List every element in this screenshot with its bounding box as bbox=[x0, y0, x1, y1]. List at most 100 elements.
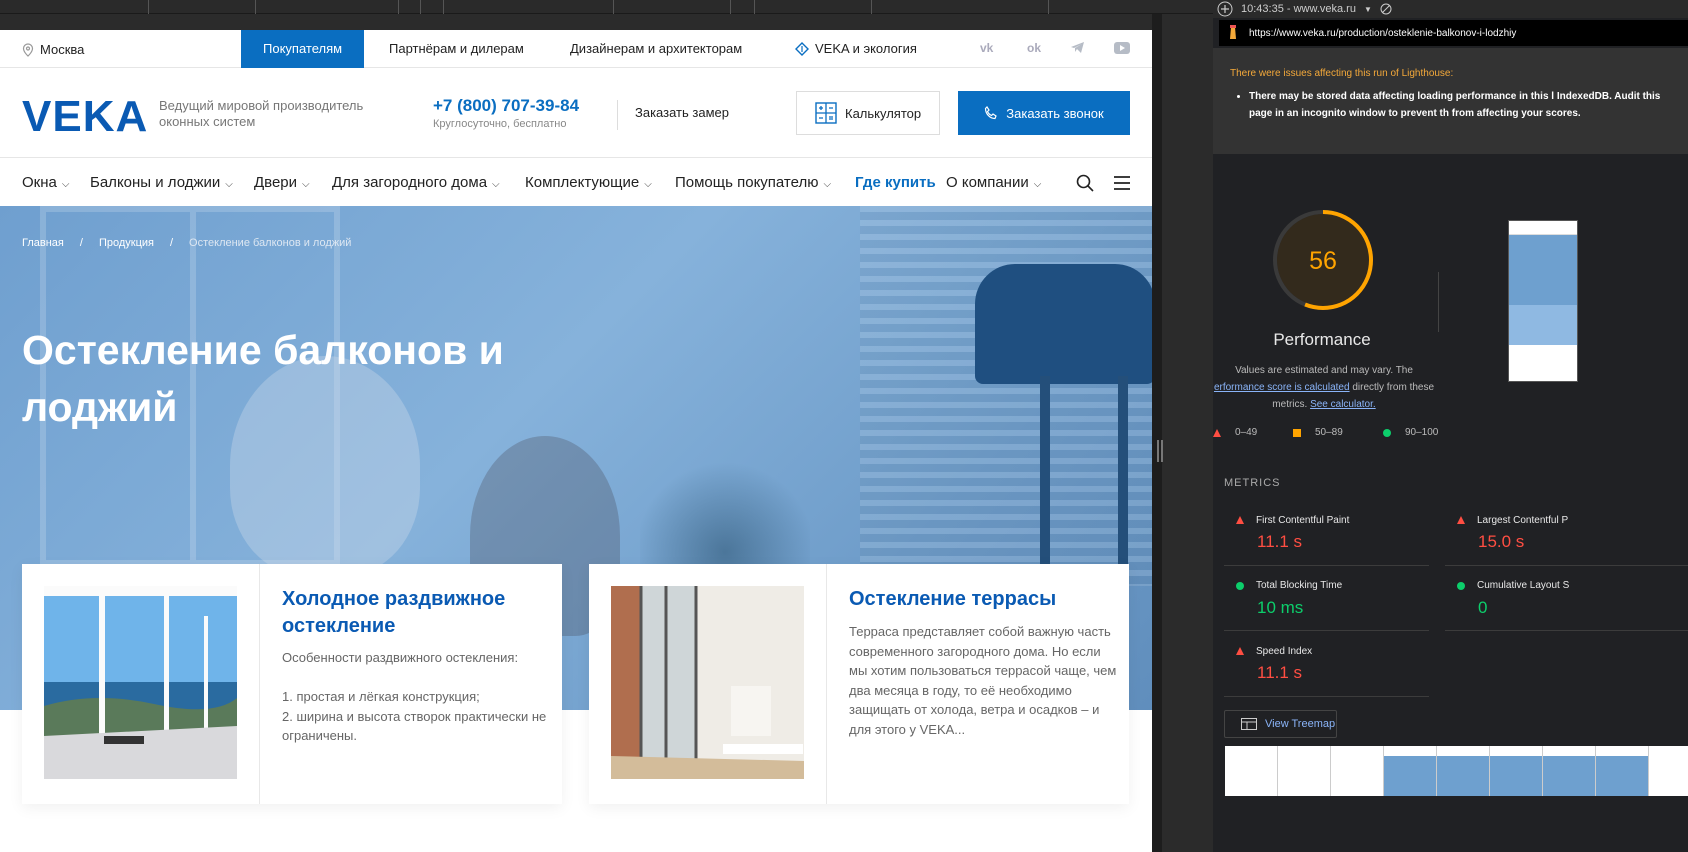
menu-label: Помощь покупателю bbox=[675, 174, 819, 191]
note-text: Values are estimated and may vary. The bbox=[1235, 365, 1413, 376]
breadcrumb-current: Остекление балконов и лоджий bbox=[189, 237, 352, 249]
menu-label: О компании bbox=[946, 174, 1029, 191]
phone-note: Круглосуточно, бесплатно bbox=[433, 118, 567, 130]
performance-gauge: 56 bbox=[1273, 210, 1373, 310]
view-treemap-button[interactable]: View Treemap bbox=[1224, 710, 1337, 738]
hamburger-menu-icon[interactable] bbox=[1114, 176, 1130, 190]
report-url[interactable]: https://www.veka.ru/production/ostekleni… bbox=[1249, 28, 1516, 39]
metrics-heading: METRICS bbox=[1224, 477, 1281, 489]
webpage: Москва Покупателям Партнёрам и дилерам Д… bbox=[0, 30, 1152, 852]
menu-label: Комплектующие bbox=[525, 174, 640, 191]
city-selector[interactable]: Москва bbox=[22, 42, 84, 57]
order-measure-link[interactable]: Заказать замер bbox=[635, 105, 729, 120]
terrace-interior-image bbox=[611, 586, 804, 779]
legend-label: 0–49 bbox=[1235, 427, 1258, 438]
vk-icon[interactable]: vk bbox=[980, 41, 993, 55]
filmstrip-frame bbox=[1437, 746, 1490, 796]
product-card-sliding[interactable]: Холодное раздвижное остекление Особеннос… bbox=[22, 564, 562, 804]
card-divider bbox=[826, 564, 827, 804]
filmstrip-frame bbox=[1331, 746, 1384, 796]
calculator-icon bbox=[815, 102, 837, 124]
menu-country-house[interactable]: Для загородного дома ⌵ bbox=[332, 174, 500, 191]
browser-top-strip bbox=[0, 0, 1213, 14]
menu-about[interactable]: О компании ⌵ bbox=[946, 174, 1041, 191]
performance-score: 56 bbox=[1309, 247, 1337, 275]
menu-doors[interactable]: Двери ⌵ bbox=[254, 174, 310, 191]
card-title[interactable]: Остекление террасы bbox=[849, 586, 1119, 613]
menu-label: Где купить bbox=[855, 174, 936, 191]
clear-icon[interactable] bbox=[1380, 3, 1392, 15]
metric-lcp: Largest Contentful P 15.0 s bbox=[1445, 506, 1688, 566]
filmstrip-frame bbox=[1543, 746, 1596, 796]
menu-help[interactable]: Помощь покупателю ⌵ bbox=[675, 174, 831, 191]
tab-ecology[interactable]: VEKA и экология bbox=[795, 30, 917, 68]
note-text: metrics. bbox=[1272, 399, 1308, 410]
metric-speed-index: Speed Index 11.1 s bbox=[1224, 631, 1429, 697]
youtube-icon[interactable] bbox=[1114, 42, 1130, 54]
tab-ecology-label: VEKA и экология bbox=[815, 41, 917, 56]
ok-icon[interactable]: ok bbox=[1027, 41, 1041, 55]
product-card-terrace[interactable]: Остекление террасы Терраса представляет … bbox=[589, 564, 1129, 804]
leaf-icon bbox=[795, 42, 809, 56]
chevron-down-icon: ⌵ bbox=[644, 179, 652, 190]
report-selector[interactable]: 10:43:35 - www.veka.ru ▼ bbox=[1213, 0, 1688, 18]
metric-name: Cumulative Layout S bbox=[1477, 580, 1570, 591]
chevron-down-icon: ⌵ bbox=[823, 179, 832, 190]
filmstrip-frame bbox=[1225, 746, 1278, 796]
legend-label: 50–89 bbox=[1315, 427, 1343, 438]
report-time: 10:43:35 - www.veka.ru bbox=[1241, 3, 1356, 15]
breadcrumb-products[interactable]: Продукция bbox=[99, 237, 154, 249]
search-icon[interactable] bbox=[1076, 174, 1094, 192]
score-calculated-link[interactable]: erformance score is calculated bbox=[1214, 382, 1350, 393]
chevron-down-icon: ⌵ bbox=[492, 179, 500, 190]
calculator-label: Калькулятор bbox=[845, 105, 922, 121]
breadcrumb-sep: / bbox=[79, 237, 83, 249]
menu-label: Для загородного дома bbox=[332, 174, 488, 191]
filmstrip-frame bbox=[1596, 746, 1649, 796]
green-circle-icon bbox=[1457, 582, 1465, 590]
metric-value: 11.1 s bbox=[1257, 532, 1303, 551]
red-triangle-icon bbox=[1457, 516, 1465, 524]
breadcrumb-home[interactable]: Главная bbox=[22, 237, 64, 249]
warning-title: There were issues affecting this run of … bbox=[1230, 68, 1454, 79]
final-screenshot-thumbnail[interactable] bbox=[1508, 220, 1578, 382]
menu-components[interactable]: Комплектующие ⌵ bbox=[525, 174, 652, 191]
menu-balconies[interactable]: Балконы и лоджии ⌵ bbox=[90, 174, 233, 191]
tab-buyers[interactable]: Покупателям bbox=[241, 30, 365, 68]
red-triangle-icon bbox=[1236, 647, 1244, 655]
menu-label: Двери bbox=[254, 174, 298, 191]
dropdown-arrow-icon[interactable]: ▼ bbox=[1364, 5, 1372, 14]
lighthouse-panel: 10:43:35 - www.veka.ru ▼ https://www.vek… bbox=[1213, 0, 1688, 852]
city-label: Москва bbox=[40, 42, 85, 57]
card-text: Особенности раздвижного остекления: 1. п… bbox=[282, 650, 547, 743]
report-url-bar: https://www.veka.ru/production/ostekleni… bbox=[1219, 20, 1688, 46]
pane-resize-handle[interactable] bbox=[1157, 440, 1163, 462]
metric-value: 15.0 s bbox=[1478, 532, 1525, 551]
tab-partners[interactable]: Партнёрам и дилерам bbox=[389, 30, 524, 68]
legend-fail: 0–49 bbox=[1213, 427, 1257, 438]
veka-logo[interactable]: VEKA bbox=[22, 92, 148, 142]
legend-average: 50–89 bbox=[1293, 427, 1343, 438]
location-pin-icon bbox=[22, 42, 34, 57]
phone-number[interactable]: +7 (800) 707-39-84 bbox=[433, 96, 579, 116]
menu-where-to-buy[interactable]: Где купить bbox=[855, 174, 936, 191]
utility-bar: Москва Покупателям Партнёрам и дилерам Д… bbox=[0, 30, 1152, 68]
see-calculator-link[interactable]: See calculator. bbox=[1310, 399, 1376, 410]
chevron-down-icon: ⌵ bbox=[1033, 179, 1042, 190]
tab-designers[interactable]: Дизайнерам и архитекторам bbox=[570, 30, 742, 68]
filmstrip bbox=[1225, 746, 1688, 796]
calculator-button[interactable]: Калькулятор bbox=[796, 91, 940, 135]
menu-windows[interactable]: Окна ⌵ bbox=[22, 174, 69, 191]
add-icon[interactable] bbox=[1217, 1, 1233, 17]
order-call-label: Заказать звонок bbox=[1006, 105, 1104, 121]
menu-label: Балконы и лоджии bbox=[90, 174, 221, 191]
chevron-down-icon: ⌵ bbox=[61, 179, 70, 190]
card-title[interactable]: Холодное раздвижное остекление bbox=[282, 586, 552, 640]
performance-note: Values are estimated and may vary. The e… bbox=[1213, 362, 1435, 413]
telegram-icon[interactable] bbox=[1070, 41, 1085, 54]
order-call-button[interactable]: Заказать звонок bbox=[958, 91, 1130, 135]
metric-name: First Contentful Paint bbox=[1256, 515, 1350, 526]
treemap-label: View Treemap bbox=[1265, 718, 1336, 730]
category-menu: Окна ⌵ Балконы и лоджии ⌵ Двери ⌵ Для загор… bbox=[0, 158, 1152, 206]
divider bbox=[617, 100, 618, 130]
